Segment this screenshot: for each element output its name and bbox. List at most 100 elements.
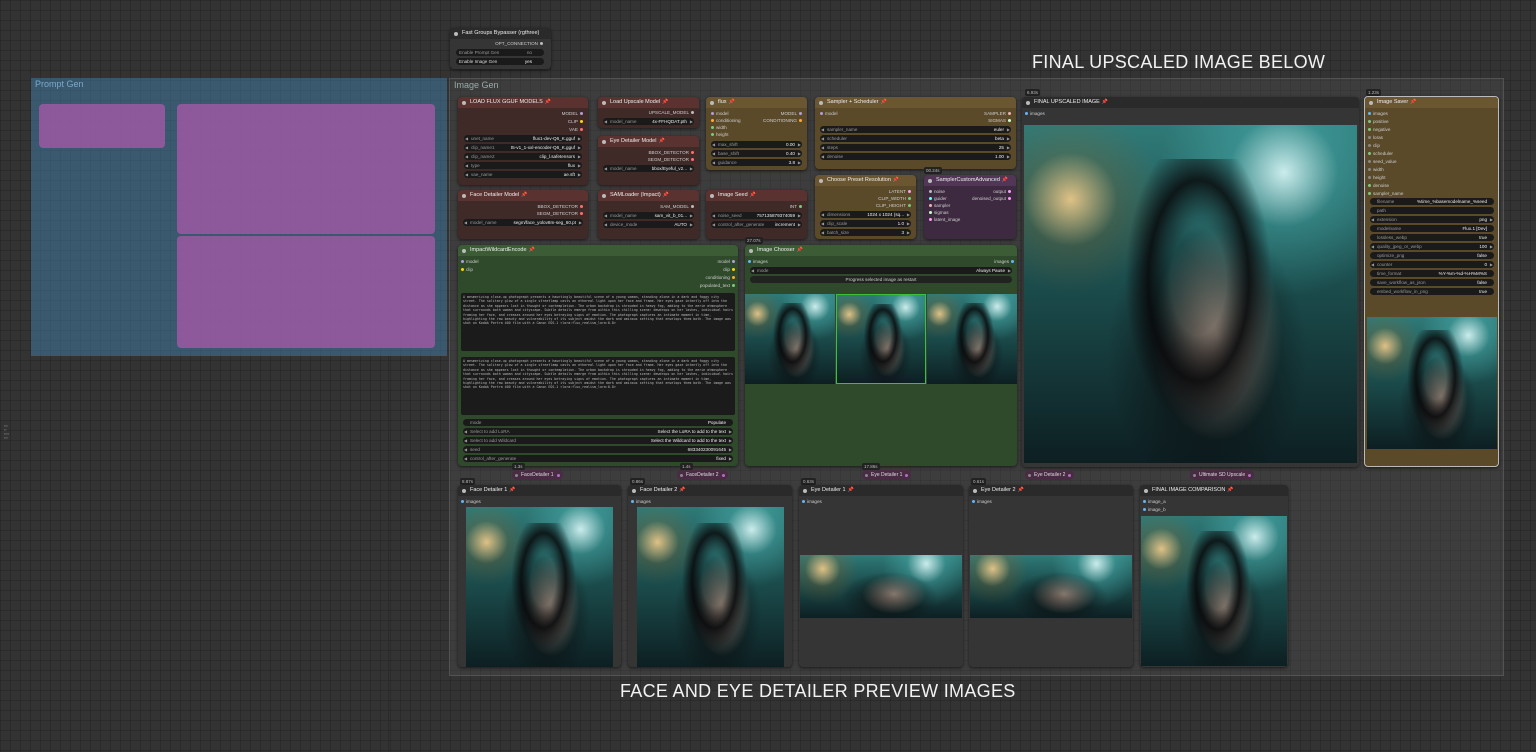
widget-scheduler[interactable]: scheduler beta bbox=[820, 135, 1011, 142]
input-conditioning[interactable]: conditioning bbox=[709, 118, 741, 123]
output-clip-height[interactable]: CLIP_HEIGHT bbox=[876, 203, 913, 208]
input-images[interactable]: images bbox=[629, 499, 651, 504]
input-noise[interactable]: noise bbox=[927, 189, 945, 194]
widget-vae-name[interactable]: vae_name ae.sft bbox=[464, 171, 582, 178]
input-model[interactable]: model bbox=[818, 111, 838, 116]
input-images[interactable]: images bbox=[746, 259, 768, 264]
widget-model-name[interactable]: model_name segm/face_yolov8m-seg_60.pt bbox=[463, 219, 583, 226]
input-scheduler[interactable]: scheduler bbox=[1366, 151, 1393, 156]
eye-detailer-1-image[interactable] bbox=[800, 555, 962, 618]
final-upscaled-preview[interactable] bbox=[1024, 125, 1357, 463]
output-int[interactable]: INT bbox=[790, 204, 804, 209]
input-width[interactable]: width bbox=[709, 125, 727, 130]
input-image-a[interactable]: image_a bbox=[1141, 499, 1166, 504]
output-opt-connection[interactable]: OPT_CONNECTION bbox=[495, 41, 545, 46]
input-height[interactable]: height bbox=[709, 132, 729, 137]
widget-select-lora[interactable]: Select to add LoRA Select the LoRA to add… bbox=[463, 428, 733, 435]
widget-quality[interactable]: quality_jpeg_or_webp 100 bbox=[1370, 243, 1494, 250]
output-conditioning[interactable]: CONDITIONING bbox=[763, 118, 804, 123]
widget-mode[interactable]: mode Always Pause bbox=[750, 267, 1012, 274]
output-conditioning[interactable]: conditioning bbox=[705, 275, 737, 280]
widget-lossless-webp[interactable]: lossless_webp true bbox=[1370, 234, 1494, 241]
widget-device-mode[interactable]: device_mode AUTO bbox=[603, 221, 694, 228]
flux-node[interactable]: flux 📌 model conditioning width height MO… bbox=[706, 97, 807, 170]
toggle-enable-prompt-gen[interactable]: Enable Prompt Gen no bbox=[456, 49, 544, 56]
saved-image-preview[interactable] bbox=[1367, 317, 1497, 449]
eye-detailer-2-image[interactable] bbox=[970, 555, 1132, 618]
reroute-facedetailer-2[interactable]: FaceDetailer 2 bbox=[677, 470, 728, 480]
input-positive[interactable]: positive bbox=[1366, 119, 1389, 124]
widget-base-shift[interactable]: base_shift 0.40 bbox=[711, 150, 802, 157]
widget-denoise[interactable]: denoise 1.00 bbox=[820, 153, 1011, 160]
widget-select-wildcard[interactable]: Select to add Wildcard Select the Wildcar… bbox=[463, 437, 733, 444]
eye-detailer-model-node[interactable]: Eye Detailer Model 📌 BBOX_DETECTOR SEGM_D… bbox=[598, 136, 699, 185]
output-clip[interactable]: CLIP bbox=[568, 119, 585, 124]
final-upscaled-image-node[interactable]: FINAL UPSCALED IMAGE 📌 images bbox=[1022, 97, 1359, 467]
widget-modelname[interactable]: modelname Flux.1 [Dev] bbox=[1370, 225, 1494, 232]
chooser-image-2[interactable] bbox=[836, 294, 926, 384]
output-upscale-model[interactable]: UPSCALE_MODEL bbox=[649, 110, 696, 115]
widget-clip-name1[interactable]: clip_name1 t5-v1_1-xxl-encoder-Q6_K.gguf bbox=[464, 144, 582, 151]
choose-preset-resolution-node[interactable]: Choose Preset Resolution 📌 LATENT CLIP_WI… bbox=[815, 175, 916, 239]
widget-clip-scale[interactable]: clip_scale 1.0 bbox=[820, 220, 911, 227]
output-bbox-detector[interactable]: BBOX_DETECTOR bbox=[537, 204, 585, 209]
input-clip[interactable]: clip bbox=[459, 267, 473, 272]
input-guider[interactable]: guider bbox=[927, 196, 947, 201]
face-detailer-model-node[interactable]: Face Detailer Model 📌 BBOX_DETECTOR SEGM_… bbox=[458, 190, 588, 239]
reroute-ultimate-sd-upscale[interactable]: Ultimate SD Upscale bbox=[1190, 470, 1255, 480]
widget-noise-seed[interactable]: noise_seed 757135879374059 bbox=[711, 212, 802, 219]
chooser-image-1[interactable] bbox=[745, 294, 835, 384]
output-clip-width[interactable]: CLIP_WIDTH bbox=[878, 196, 913, 201]
input-sampler[interactable]: sampler bbox=[927, 203, 950, 208]
widget-steps[interactable]: steps 25 bbox=[820, 144, 1011, 151]
final-image-comparison-node[interactable]: FINAL IMAGE COMPARISON 📌 image_a image_b bbox=[1140, 485, 1288, 667]
widget-max-shift[interactable]: max_shift 0.00 bbox=[711, 141, 802, 148]
input-images[interactable]: images bbox=[970, 499, 992, 504]
input-height[interactable]: height bbox=[1366, 175, 1386, 180]
populated-text-area[interactable]: A mesmerizing close-up photograph presen… bbox=[461, 357, 735, 415]
widget-save-workflow-json[interactable]: save_workflow_as_json false bbox=[1370, 279, 1494, 286]
widget-type[interactable]: type flux bbox=[464, 162, 582, 169]
sampler-scheduler-node[interactable]: Sampler + Scheduler 📌 model SAMPLER SIGMA… bbox=[815, 97, 1016, 169]
input-images[interactable]: images bbox=[800, 499, 822, 504]
input-images[interactable]: images bbox=[1366, 111, 1388, 116]
reroute-eye-detailer-1[interactable]: Eye Detailer 1 bbox=[862, 470, 912, 480]
widget-embed-workflow[interactable]: embed_workflow_in_png true bbox=[1370, 288, 1494, 295]
widget-model-name[interactable]: model_name bbox/Eyeful_v2... bbox=[603, 165, 694, 172]
input-seed-value[interactable]: seed_value bbox=[1366, 159, 1397, 164]
impact-wildcard-encode-node[interactable]: ImpactWildcardEncode 📌 model clip model c… bbox=[458, 245, 738, 466]
widget-control-after-generate[interactable]: control_after_generate fixed bbox=[463, 455, 733, 462]
output-latent[interactable]: LATENT bbox=[889, 189, 913, 194]
reroute-facedetailer-1[interactable]: FaceDetailer 1 bbox=[512, 470, 563, 480]
output-populated-text[interactable]: populated_text bbox=[700, 283, 737, 288]
output-clip[interactable]: clip bbox=[723, 267, 737, 272]
bypassed-node[interactable] bbox=[177, 104, 435, 234]
progress-selected-button[interactable]: Progress selected image as restart bbox=[750, 276, 1012, 283]
prompt-gen-group[interactable]: Prompt Gen bbox=[31, 78, 447, 356]
input-model[interactable]: model bbox=[709, 111, 729, 116]
widget-extension[interactable]: extension png bbox=[1370, 216, 1494, 223]
input-negative[interactable]: negative bbox=[1366, 127, 1390, 132]
image-saver-node[interactable]: Image Saver 📌 images positive negative lo… bbox=[1364, 96, 1499, 467]
widget-optimize-png[interactable]: optimize_png false bbox=[1370, 252, 1494, 259]
eye-detailer-1-preview-node[interactable]: Eye Detailer 1 📌 images bbox=[799, 485, 963, 667]
input-latent-image[interactable]: latent_image bbox=[927, 217, 960, 222]
output-model[interactable]: MODEL bbox=[781, 111, 804, 116]
widget-batch-size[interactable]: batch_size 3 bbox=[820, 229, 911, 236]
face-detailer-1-image[interactable] bbox=[466, 507, 613, 667]
input-denoise[interactable]: denoise bbox=[1366, 183, 1389, 188]
image-seed-node[interactable]: Image Seed📌 INT noise_seed 75713587937405… bbox=[706, 190, 807, 239]
input-images[interactable]: images bbox=[1023, 111, 1045, 116]
widget-seed[interactable]: seed 683340230091645 bbox=[463, 446, 733, 453]
comparison-image[interactable] bbox=[1141, 516, 1287, 666]
output-images[interactable]: images bbox=[994, 259, 1016, 264]
input-sigmas[interactable]: sigmas bbox=[927, 210, 949, 215]
input-clip[interactable]: clip bbox=[1366, 143, 1380, 148]
widget-clip-name2[interactable]: clip_name2 clip_l.safetensors bbox=[464, 153, 582, 160]
widget-time-format[interactable]: time_format %Y-%m-%d-%H%M%S bbox=[1370, 270, 1494, 277]
output-denoised[interactable]: denoised_output bbox=[972, 196, 1013, 201]
sampler-custom-advanced-node[interactable]: SamplerCustomAdvanced 📌 noise guider samp… bbox=[924, 175, 1016, 239]
output-segm-detector[interactable]: SEGM_DETECTOR bbox=[537, 211, 585, 216]
output-segm-detector[interactable]: SEGM_DETECTOR bbox=[648, 157, 696, 162]
output-vae[interactable]: VAE bbox=[569, 127, 585, 132]
